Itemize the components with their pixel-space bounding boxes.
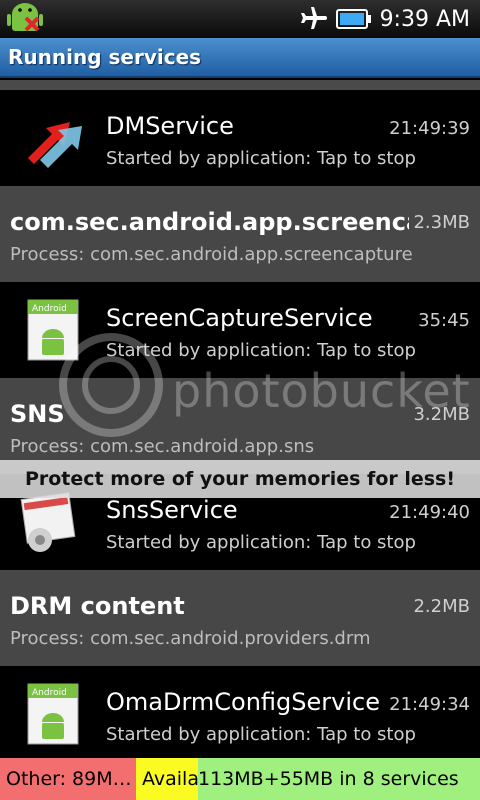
service-uptime: 21:49:34 <box>389 694 470 715</box>
service-name: SnsService <box>106 496 238 524</box>
process-memory: 3.2MB <box>409 404 470 425</box>
page-title: Running services <box>8 45 202 69</box>
title-bar: Running services <box>0 38 480 78</box>
service-row-omadrm[interactable]: Android OmaDrmConfigService Started by a… <box>0 666 480 758</box>
process-subtitle: Process: com.sec.android.providers.drm <box>10 628 371 649</box>
service-uptime: 21:49:40 <box>389 502 470 523</box>
service-subtitle: Started by application: Tap to stop <box>106 148 416 169</box>
process-subtitle: Process: com.sec.android.app.sns <box>10 436 315 457</box>
service-subtitle: Started by application: Tap to stop <box>106 532 416 553</box>
memory-free: 113MB+55MB in 8 services <box>198 758 480 800</box>
process-subtitle: Process: com.sec.android.app.screencaptu… <box>10 244 413 265</box>
services-list: DMService Started by application: Tap to… <box>0 90 480 758</box>
list-top-divider <box>0 80 480 90</box>
watermark-banner: Protect more of your memories for less! <box>0 460 480 498</box>
memory-other: Other: 89M… <box>0 758 136 800</box>
service-row-screencaptureservice[interactable]: Android ScreenCaptureService Started by … <box>0 282 480 378</box>
process-row-drm[interactable]: DRM content Process: com.sec.android.pro… <box>0 570 480 666</box>
service-subtitle: Started by application: Tap to stop <box>106 724 416 745</box>
service-name: OmaDrmConfigService <box>106 688 380 716</box>
service-subtitle: Started by application: Tap to stop <box>106 340 416 361</box>
process-name: com.sec.android.app.screencapture <box>10 208 418 236</box>
banner-text: Protect more of your memories for less! <box>24 468 456 490</box>
android-app-icon: Android <box>27 683 79 745</box>
battery-icon <box>335 9 371 29</box>
clock: 9:39 AM <box>379 6 470 32</box>
memory-available-label: Available: <box>136 758 198 800</box>
memory-footer: Other: 89M… Available: 113MB+55MB in 8 s… <box>0 758 480 800</box>
service-name: ScreenCaptureService <box>106 304 373 332</box>
process-memory: 2.3MB <box>409 212 470 233</box>
service-uptime: 35:45 <box>418 310 470 331</box>
android-icon-label: Android <box>32 304 67 314</box>
android-alert-icon[interactable] <box>6 2 46 36</box>
service-row-dmservice[interactable]: DMService Started by application: Tap to… <box>0 90 480 186</box>
process-name: DRM content <box>10 592 185 620</box>
dm-arrows-icon <box>28 122 82 168</box>
process-row-screencapture[interactable]: com.sec.android.app.screencapture Proces… <box>0 186 480 282</box>
airplane-mode-icon <box>300 7 327 29</box>
android-app-icon: Android <box>27 299 79 361</box>
process-name: SNS <box>10 400 65 428</box>
android-icon-label: Android <box>32 688 67 698</box>
status-bar: 9:39 AM <box>0 0 480 38</box>
service-name: DMService <box>106 112 234 140</box>
service-uptime: 21:49:39 <box>389 118 470 139</box>
process-memory: 2.2MB <box>409 596 470 617</box>
